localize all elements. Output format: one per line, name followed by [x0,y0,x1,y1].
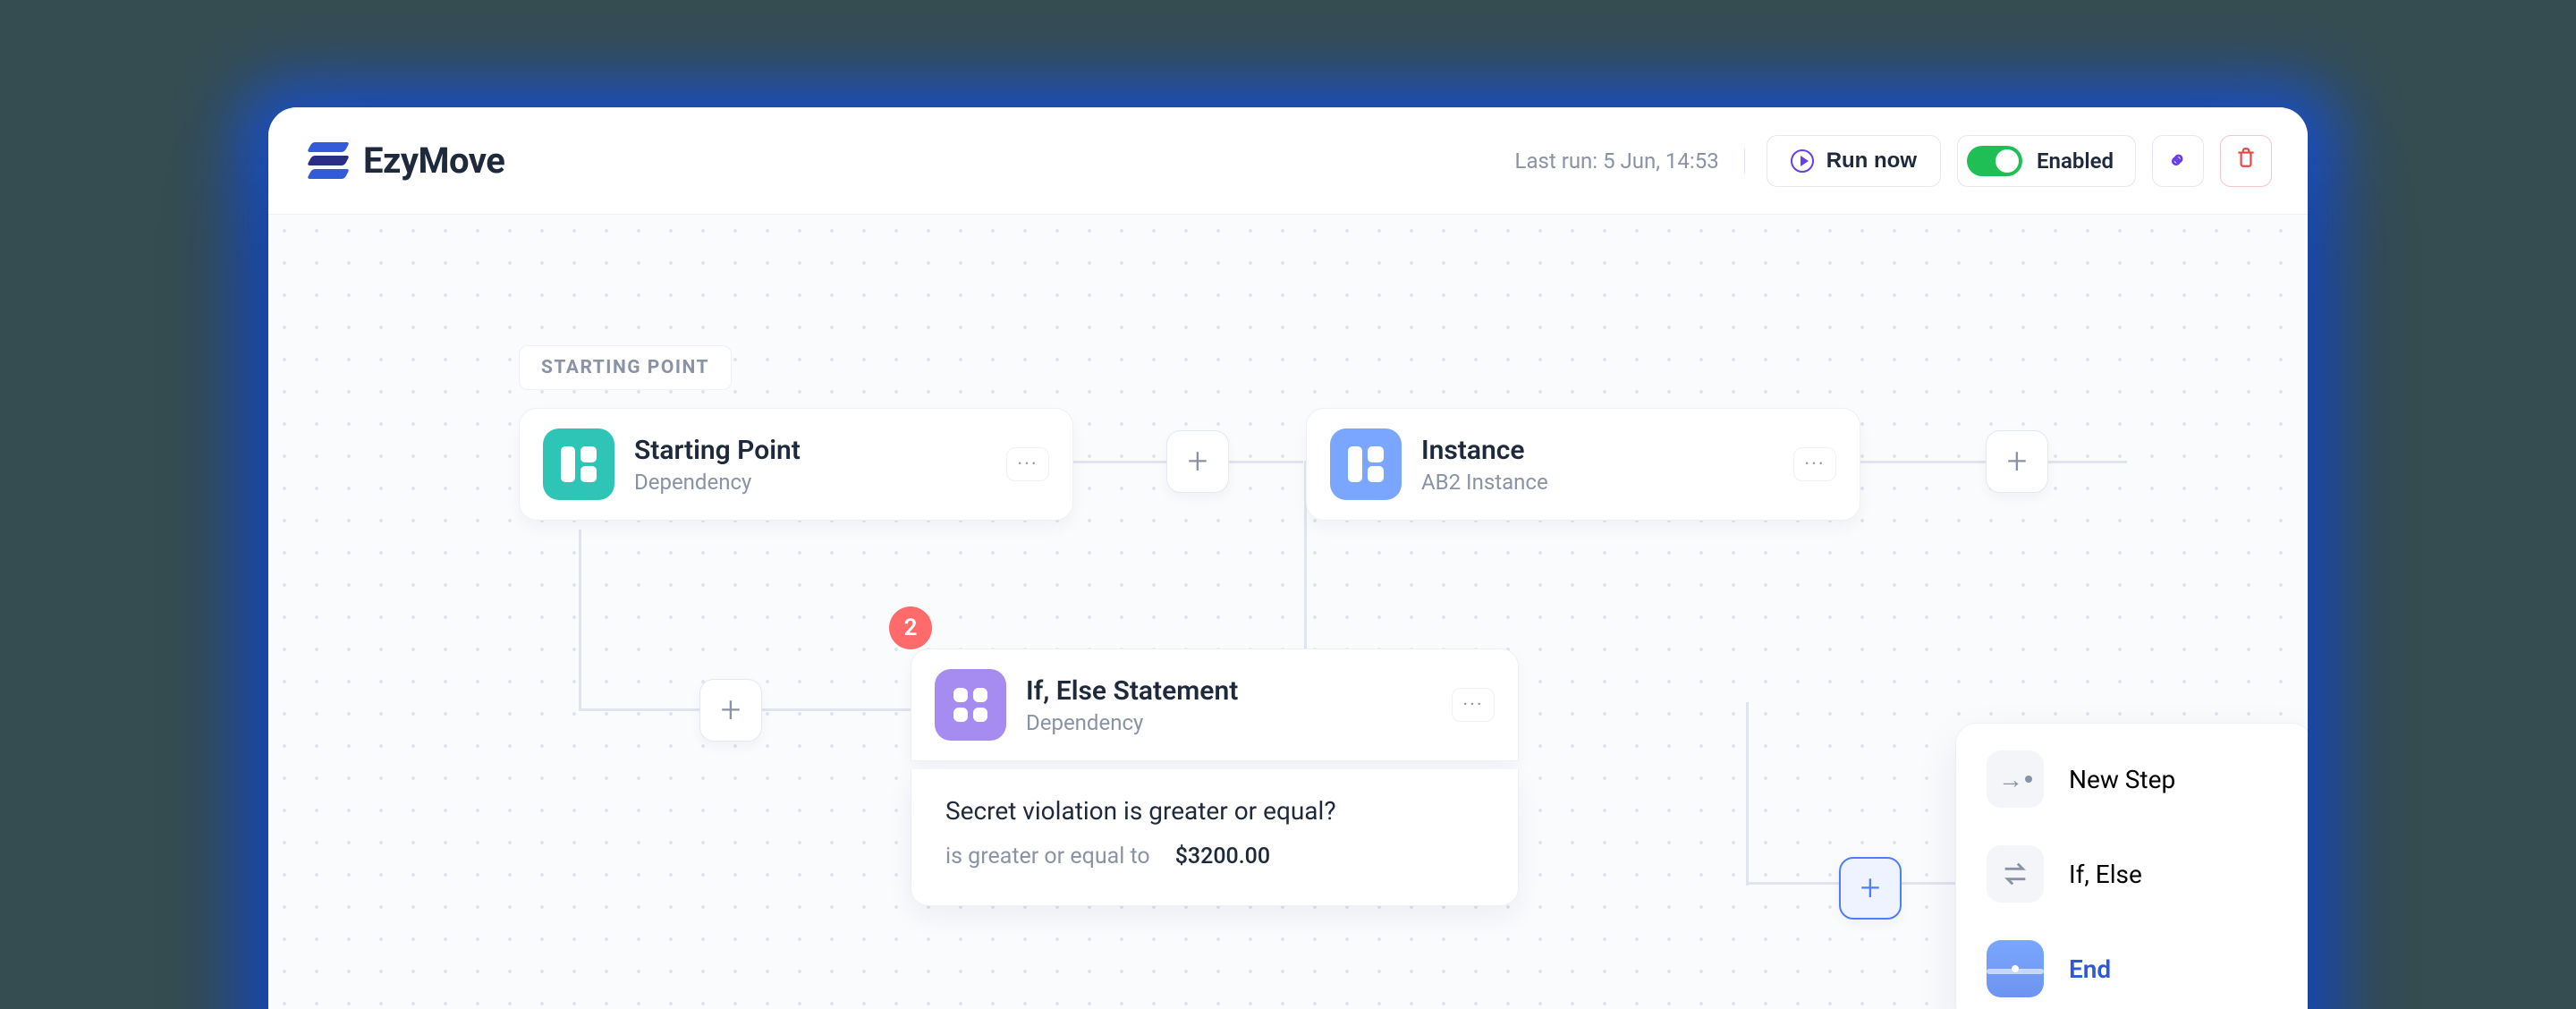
popover-label: End [2069,954,2111,984]
app-window: EzyMove Last run: 5 Jun, 14:53 Run now E… [268,107,2308,1009]
node-options-button[interactable]: ··· [1006,447,1049,481]
delete-button[interactable] [2220,135,2272,187]
popover-item-if-else[interactable]: If, Else [1987,845,2282,903]
condition-answer: is greater or equal to $3200.00 [945,844,1484,869]
plus-icon: + [721,692,741,728]
brand-name: EzyMove [363,140,504,182]
run-now-label: Run now [1826,148,1917,174]
starting-point-icon [543,428,614,500]
condition-amount: $3200.00 [1175,844,1270,869]
condition-operator: is greater or equal to [945,844,1150,869]
node-if-else[interactable]: If, Else Statement Dependency ··· [911,649,1519,761]
node-options-button[interactable]: ··· [1452,688,1495,722]
popover-item-new-step[interactable]: → New Step [1987,750,2282,808]
node-options-button[interactable]: ··· [1793,447,1836,481]
node-subtitle: AB2 Instance [1421,470,1774,495]
node-text: If, Else Statement Dependency [1026,675,1432,735]
plus-icon: + [1188,444,1208,479]
node-text: Starting Point Dependency [634,435,987,495]
new-step-icon: → [1987,750,2044,808]
brand: EzyMove [309,140,504,182]
play-icon [1791,149,1814,173]
node-title: Starting Point [634,435,987,466]
trash-icon [2234,146,2258,175]
connector [1746,702,1749,886]
share-link-button[interactable]: ⚭ [2152,135,2204,187]
plus-icon: + [2007,444,2028,479]
enabled-label: Enabled [2037,148,2114,174]
node-subtitle: Dependency [634,470,987,495]
plus-icon: + [1860,870,1881,906]
enabled-toggle[interactable]: Enabled [1957,135,2136,187]
toolbar: EzyMove Last run: 5 Jun, 14:53 Run now E… [268,107,2308,215]
node-text: Instance AB2 Instance [1421,435,1774,495]
step-picker-popover: → New Step If, Else End [1955,723,2308,1009]
if-else-icon [1987,845,2044,903]
node-badge: 2 [889,606,932,649]
add-step-button[interactable]: + [699,679,762,742]
popover-label: New Step [2069,765,2175,794]
add-step-button[interactable]: + [1986,430,2048,493]
node-instance[interactable]: Instance AB2 Instance ··· [1306,408,1860,521]
node-title: Instance [1421,435,1774,466]
condition-question: Secret violation is greater or equal? [945,796,1484,826]
node-starting-point[interactable]: Starting Point Dependency ··· [519,408,1073,521]
add-step-button[interactable]: + [1166,430,1229,493]
node-subtitle: Dependency [1026,710,1432,735]
connector [579,530,581,708]
if-else-icon [935,669,1006,741]
run-now-button[interactable]: Run now [1767,135,1941,187]
last-run-label: Last run: 5 Jun, 14:53 [1515,148,1745,174]
add-step-button-active[interactable]: + [1839,857,1902,920]
link-icon: ⚭ [2161,144,2194,177]
brand-icon [309,142,347,180]
condition-card[interactable]: Secret violation is greater or equal? is… [911,769,1519,906]
instance-icon [1330,428,1402,500]
end-icon [1987,940,2044,997]
popover-item-end[interactable]: End [1987,940,2282,997]
node-title: If, Else Statement [1026,675,1432,707]
toggle-switch-icon [1967,146,2022,176]
popover-label: If, Else [2069,860,2142,889]
starting-point-badge: STARTING POINT [519,345,732,390]
